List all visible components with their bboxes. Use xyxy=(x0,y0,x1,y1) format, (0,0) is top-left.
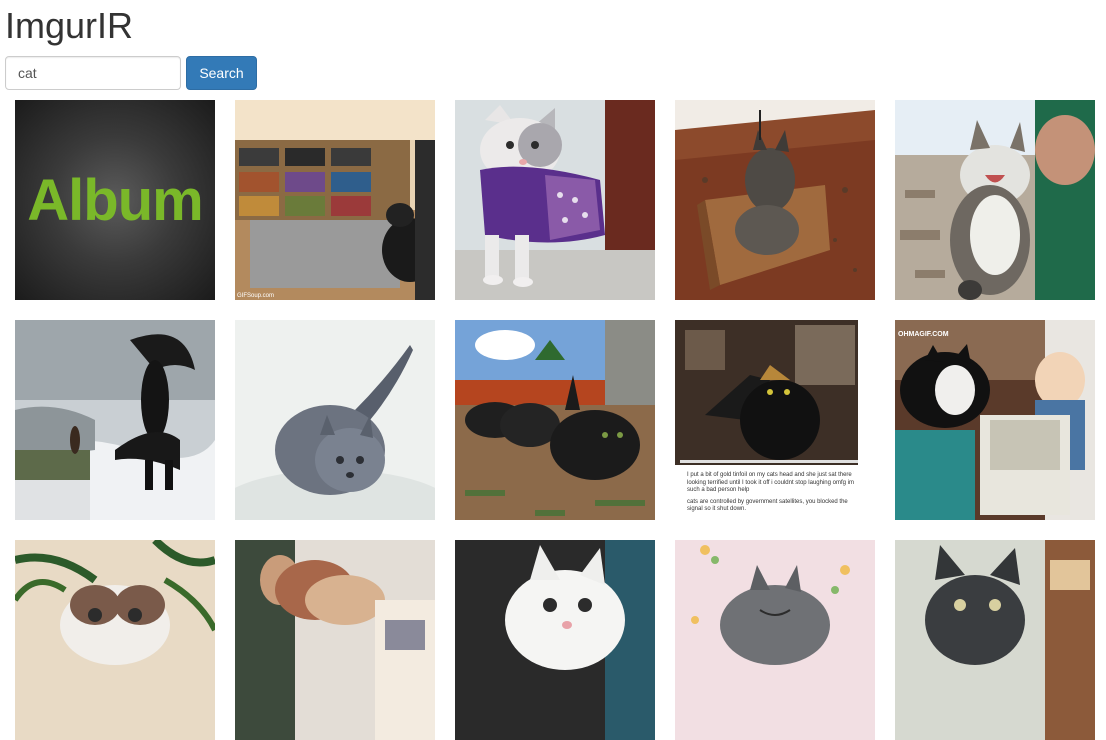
cat-purple-sweater-image xyxy=(455,100,655,300)
album-label: Album xyxy=(27,167,203,233)
cat-sleeping-person-image xyxy=(235,540,435,740)
cat-held-outdoors-image xyxy=(895,100,1095,300)
thumbnail-white-kitten[interactable] xyxy=(455,540,655,740)
thumbnail-grey-cat-window[interactable] xyxy=(895,540,1095,740)
thumbnail-cat-held-outdoors[interactable] xyxy=(895,100,1095,300)
white-kitten-image xyxy=(455,540,655,740)
cat-plant-image xyxy=(15,540,215,740)
thumbnail-cat-baby[interactable]: OHMAGIF.COM xyxy=(895,320,1095,520)
thumbnail-cat-tinfoil[interactable]: I put a bit of gold tinfoil on my cats h… xyxy=(675,320,875,520)
thumbnail-cat-blanket[interactable] xyxy=(675,540,875,740)
thumbnail-album[interactable]: Album xyxy=(15,100,215,300)
black-kittens-image xyxy=(455,320,655,520)
album-placeholder-image: Album xyxy=(15,100,215,300)
cat-in-box-image xyxy=(675,100,875,300)
image-grid: Album GIFSoup.com I put a bit of gold ti… xyxy=(15,100,1095,740)
cat-blanket-image xyxy=(675,540,875,740)
search-button[interactable]: Search xyxy=(186,56,257,90)
thumbnail-dragon-snow[interactable] xyxy=(15,320,215,520)
tumblr-caption: I put a bit of gold tinfoil on my cats h… xyxy=(687,472,863,518)
thumbnail-cat-living-room[interactable]: GIFSoup.com xyxy=(235,100,435,300)
search-input[interactable] xyxy=(5,56,181,90)
thumbnail-cat-in-box[interactable] xyxy=(675,100,875,300)
caption-line-1: I put a bit of gold tinfoil on my cats h… xyxy=(687,472,854,493)
gifsoup-credit: GIFSoup.com xyxy=(237,293,274,299)
app-title: ImgurIR xyxy=(5,5,134,46)
thumbnail-cat-in-snow[interactable] xyxy=(235,320,435,520)
dragon-snow-image xyxy=(15,320,215,520)
thumbnail-cat-purple-sweater[interactable] xyxy=(455,100,655,300)
thumbnail-cat-plant[interactable] xyxy=(15,540,215,740)
ohmagif-watermark: OHMAGIF.COM xyxy=(898,331,949,338)
caption-line-2: cats are controlled by government satell… xyxy=(687,498,848,513)
thumbnail-cat-sleeping-person[interactable] xyxy=(235,540,435,740)
thumbnail-black-kittens[interactable] xyxy=(455,320,655,520)
cat-baby-image: OHMAGIF.COM xyxy=(895,320,1095,520)
cat-in-snow-image xyxy=(235,320,435,520)
grey-cat-window-image xyxy=(895,540,1095,740)
cat-living-room-image: GIFSoup.com xyxy=(235,100,435,300)
